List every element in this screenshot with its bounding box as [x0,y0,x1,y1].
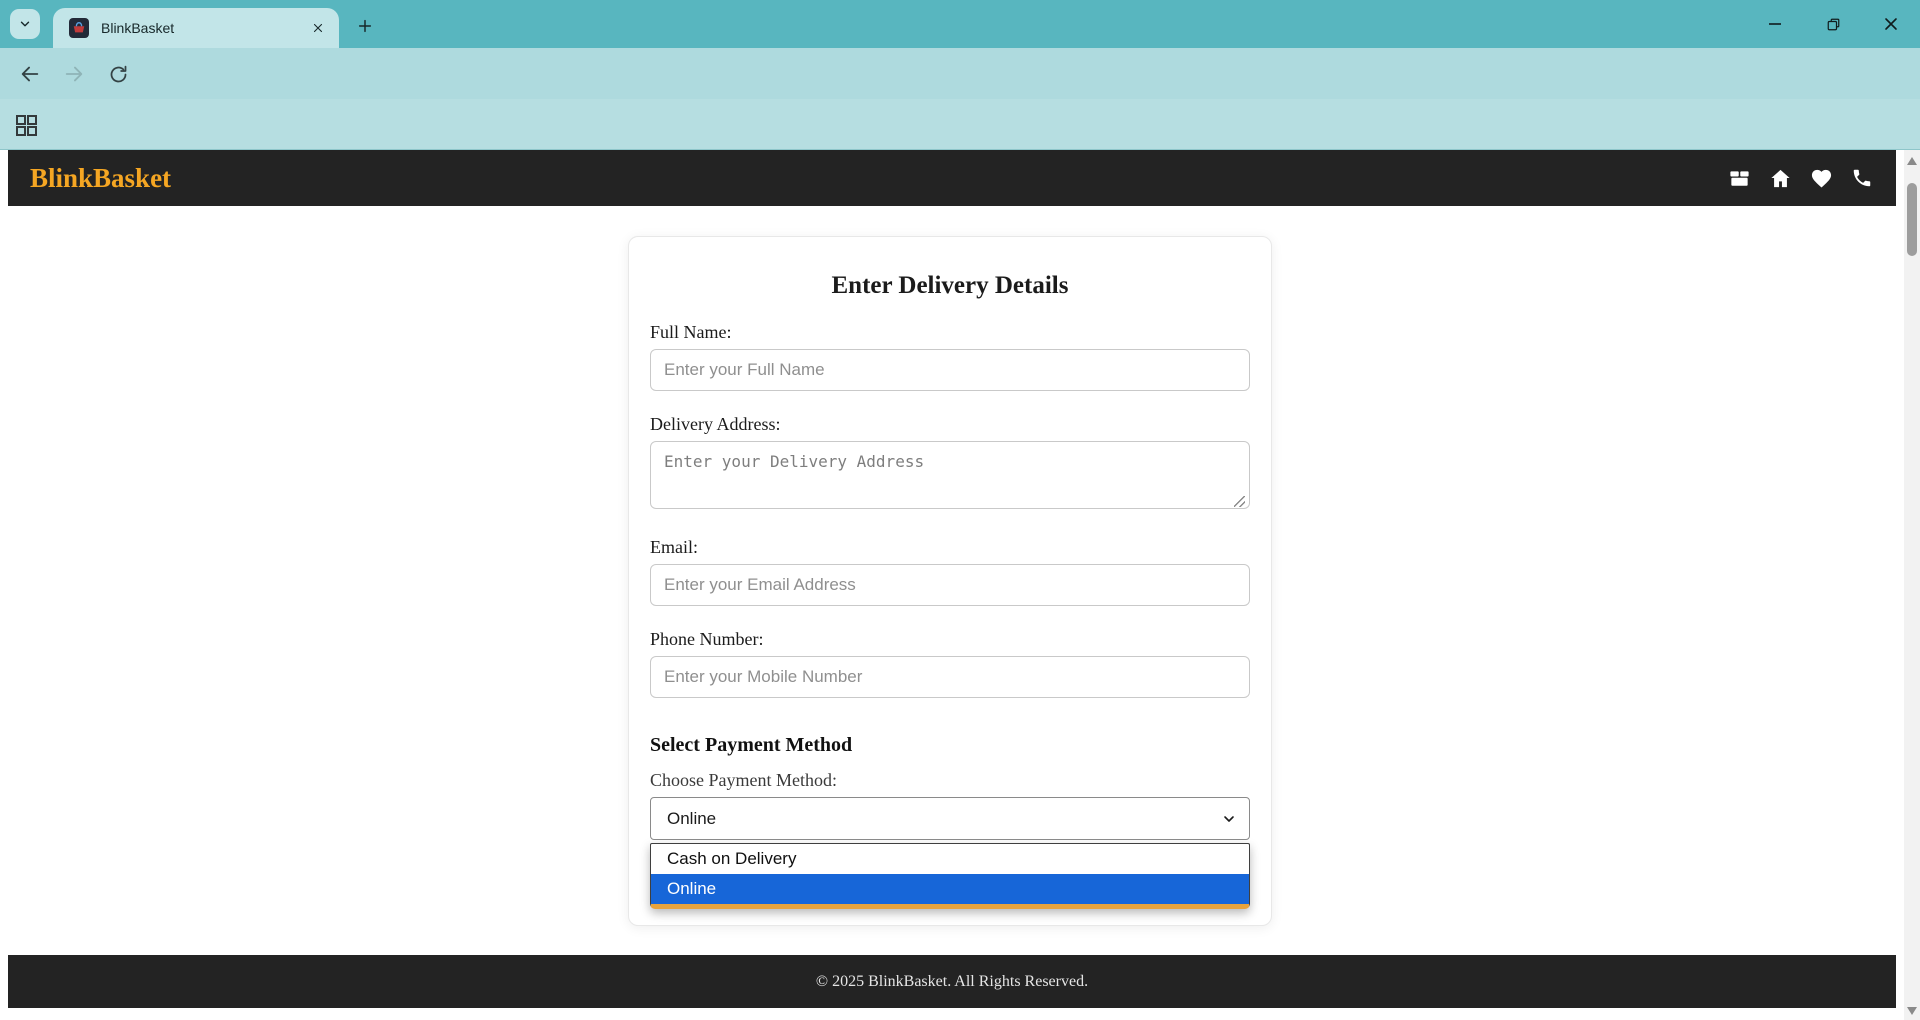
phone-group: Phone Number: [650,630,1250,698]
restore-icon[interactable] [1804,0,1862,48]
phone-field[interactable] [650,656,1250,698]
browser-toolbar: blinkbasket.prolbox.com/checkout.php A [0,48,1920,99]
site-header: BlinkBasket [8,150,1896,206]
full-name-input[interactable] [650,349,1250,391]
browser-tab-active[interactable]: BlinkBasket [53,8,339,48]
option-cash-on-delivery[interactable]: Cash on Delivery [651,844,1249,874]
orders-box-icon[interactable] [1727,166,1751,190]
payment-method-selected-value: Online [667,809,716,829]
minimize-icon[interactable] [1746,0,1804,48]
delivery-details-card: Enter Delivery Details Full Name: Delive… [628,236,1272,926]
full-name-label: Full Name: [650,323,1250,341]
wishlist-heart-icon[interactable] [1809,166,1833,190]
site-logo[interactable]: BlinkBasket [30,163,171,194]
delivery-address-textarea[interactable] [650,441,1250,509]
browser-window: BlinkBasket [0,0,1920,1020]
back-icon[interactable] [16,60,44,88]
textarea-resize-grip[interactable] [1234,496,1245,507]
scrollbar-thumb[interactable] [1907,183,1917,256]
close-window-icon[interactable] [1862,0,1920,48]
phone-label: Phone Number: [650,630,1250,648]
payment-section-heading: Select Payment Method [650,734,1250,756]
full-name-group: Full Name: [650,323,1250,391]
reload-icon[interactable] [104,60,132,88]
page-scrollbar[interactable] [1904,150,1920,1020]
card-title: Enter Delivery Details [650,271,1250,301]
email-group: Email: [650,538,1250,606]
copyright-text: © 2025 BlinkBasket. All Rights Reserved. [816,973,1088,991]
tab-search-button[interactable] [10,9,40,39]
contact-phone-icon[interactable] [1850,166,1874,190]
header-nav-icons [1727,166,1896,190]
home-icon[interactable] [1768,166,1792,190]
window-controls [1746,0,1920,48]
payment-method-select[interactable]: Online [650,797,1250,840]
scroll-down-icon[interactable] [1907,1007,1917,1015]
tab-favicon [69,18,89,38]
payment-method-label: Choose Payment Method: [650,772,1250,788]
site-footer: © 2025 BlinkBasket. All Rights Reserved. [8,955,1896,1008]
email-label: Email: [650,538,1250,556]
scroll-up-icon[interactable] [1907,157,1917,165]
new-tab-icon[interactable] [352,13,378,39]
page-viewport: BlinkBasket Enter Delivery Details Fu [0,150,1904,1020]
tab-title: BlinkBasket [101,20,309,36]
tab-close-icon[interactable] [309,19,327,37]
browser-tab-strip: BlinkBasket [0,0,1920,48]
select-chevron-icon [1221,811,1237,827]
option-online[interactable]: Online [651,874,1249,904]
bookmarks-bar [0,99,1920,150]
chevron-down-icon [18,17,32,31]
forward-icon[interactable] [60,60,88,88]
delivery-address-group: Delivery Address: [650,415,1250,514]
email-field[interactable] [650,564,1250,606]
delivery-address-label: Delivery Address: [650,415,1250,433]
apps-grid-icon[interactable] [13,112,39,138]
payment-method-dropdown: Cash on Delivery Online [650,843,1250,909]
